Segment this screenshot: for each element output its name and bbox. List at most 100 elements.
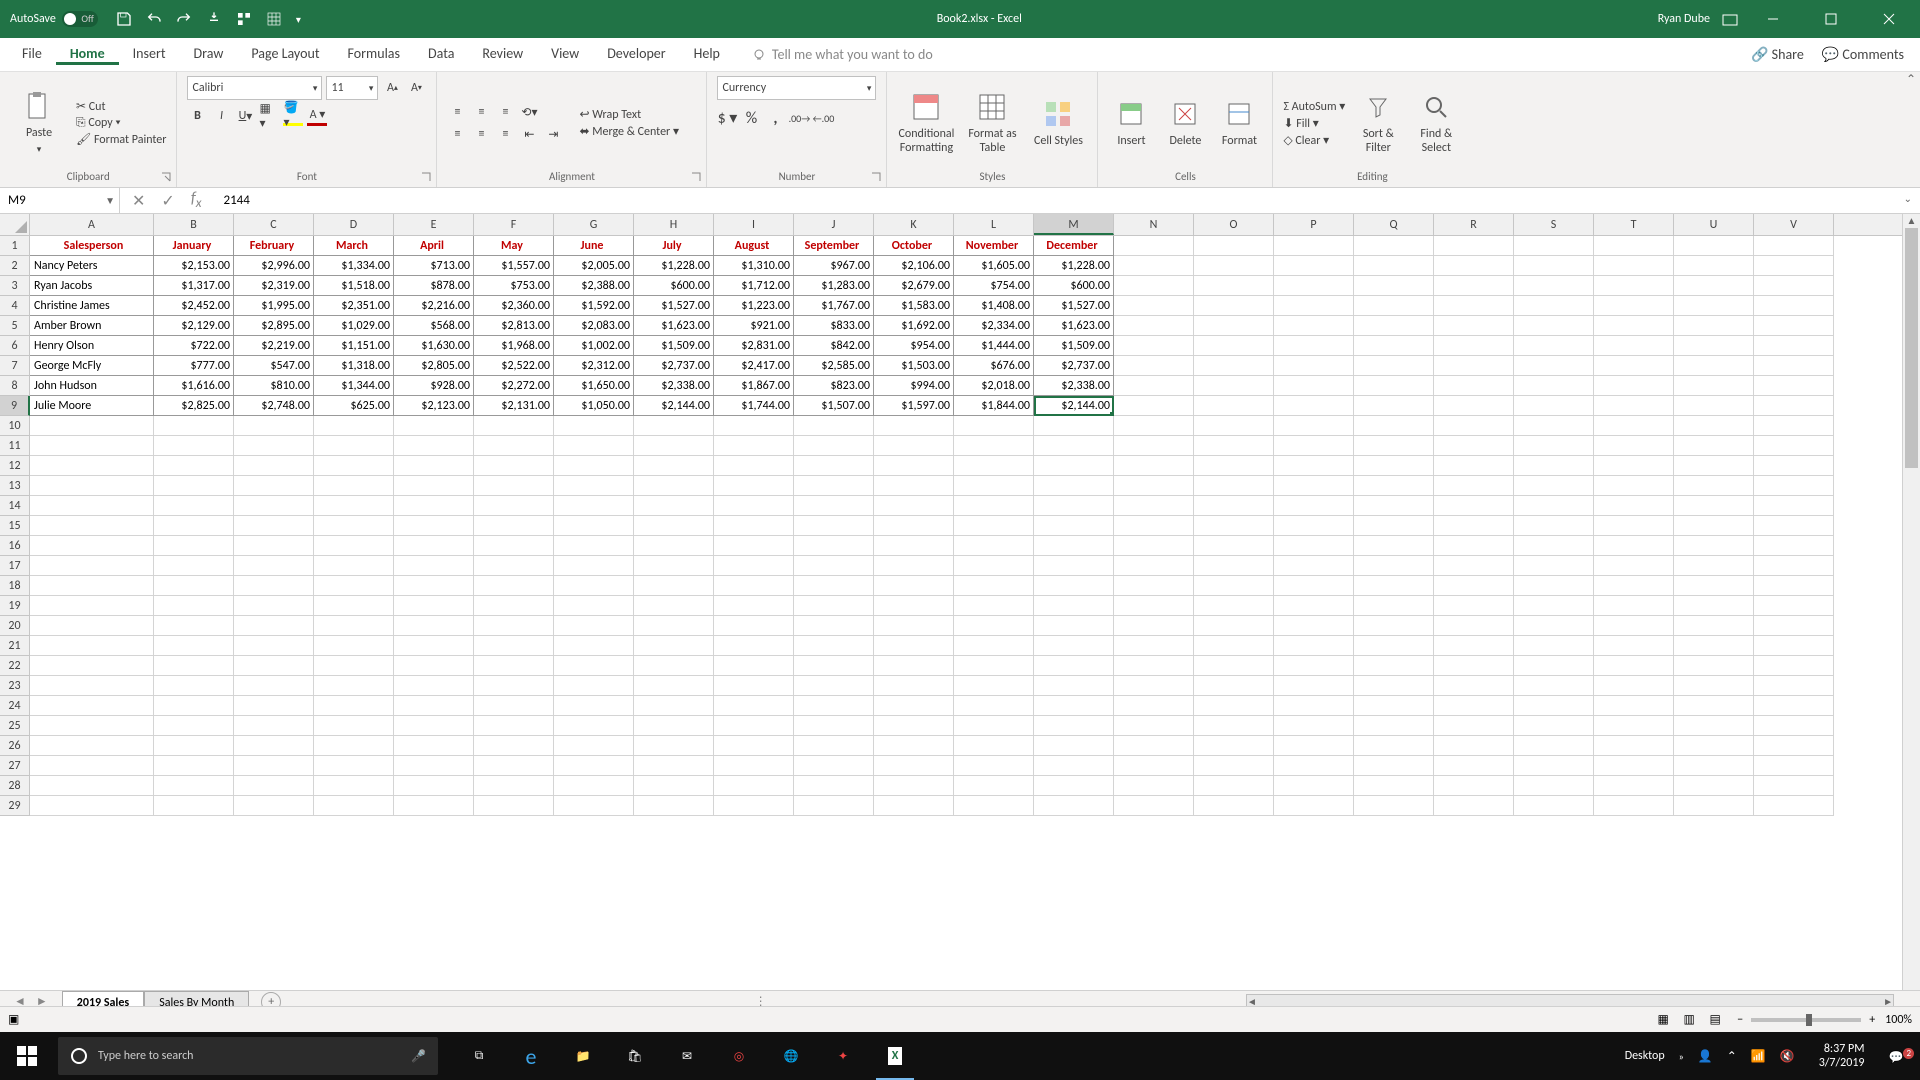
cell[interactable] xyxy=(1114,436,1194,456)
cell[interactable]: $1,616.00 xyxy=(154,376,234,396)
cell[interactable] xyxy=(234,476,314,496)
cell[interactable] xyxy=(1754,316,1834,336)
cell[interactable] xyxy=(1674,256,1754,276)
cell[interactable] xyxy=(634,656,714,676)
cell[interactable] xyxy=(314,416,394,436)
row-header[interactable]: 9 xyxy=(0,396,30,416)
cell[interactable] xyxy=(154,596,234,616)
column-header[interactable]: H xyxy=(634,214,714,235)
cell[interactable] xyxy=(314,456,394,476)
comma-format-icon[interactable]: , xyxy=(765,108,785,128)
close-button[interactable] xyxy=(1866,0,1912,38)
clipboard-dialog-icon[interactable] xyxy=(160,171,172,183)
cell[interactable] xyxy=(954,756,1034,776)
cell[interactable] xyxy=(154,636,234,656)
cell[interactable] xyxy=(1034,556,1114,576)
cell[interactable] xyxy=(30,676,154,696)
cell[interactable] xyxy=(474,496,554,516)
cell[interactable] xyxy=(1594,496,1674,516)
column-header[interactable]: T xyxy=(1594,214,1674,235)
cell[interactable] xyxy=(1674,396,1754,416)
cell[interactable] xyxy=(1034,416,1114,436)
percent-format-icon[interactable]: % xyxy=(741,108,761,128)
zoom-slider[interactable] xyxy=(1751,1018,1861,1022)
cell[interactable] xyxy=(1514,796,1594,816)
cell[interactable] xyxy=(1034,756,1114,776)
cell[interactable] xyxy=(474,676,554,696)
row-header[interactable]: 6 xyxy=(0,336,30,356)
cell[interactable] xyxy=(714,656,794,676)
cell[interactable]: $713.00 xyxy=(394,256,474,276)
decrease-decimal-icon[interactable]: ←.00 xyxy=(813,108,833,128)
cell[interactable] xyxy=(1354,756,1434,776)
tab-data[interactable]: Data xyxy=(414,45,468,62)
cell[interactable] xyxy=(1594,696,1674,716)
cell[interactable] xyxy=(394,736,474,756)
cell[interactable] xyxy=(474,416,554,436)
cell[interactable]: $2,153.00 xyxy=(154,256,234,276)
cell[interactable] xyxy=(1674,696,1754,716)
cell[interactable] xyxy=(1514,456,1594,476)
cell[interactable] xyxy=(1114,776,1194,796)
cell[interactable]: $2,123.00 xyxy=(394,396,474,416)
border-button[interactable]: ▦ ▾ xyxy=(259,106,279,126)
cell[interactable] xyxy=(554,576,634,596)
cell[interactable] xyxy=(1754,516,1834,536)
cell[interactable] xyxy=(1754,356,1834,376)
touch-mode-icon[interactable] xyxy=(206,11,222,27)
cell[interactable] xyxy=(1274,736,1354,756)
column-header[interactable]: L xyxy=(954,214,1034,235)
cell[interactable] xyxy=(1114,716,1194,736)
cell[interactable]: $994.00 xyxy=(874,376,954,396)
cell[interactable] xyxy=(874,676,954,696)
cell[interactable] xyxy=(1674,356,1754,376)
cell[interactable] xyxy=(1274,256,1354,276)
cell[interactable]: $2,106.00 xyxy=(874,256,954,276)
cell[interactable] xyxy=(794,776,874,796)
cell[interactable] xyxy=(314,536,394,556)
cell[interactable]: Nancy Peters xyxy=(30,256,154,276)
cell[interactable]: $1,630.00 xyxy=(394,336,474,356)
cell[interactable] xyxy=(1194,496,1274,516)
cell-styles-button[interactable]: Cell Styles xyxy=(1029,98,1087,148)
cell[interactable] xyxy=(1274,756,1354,776)
cell[interactable] xyxy=(634,476,714,496)
cell[interactable] xyxy=(394,616,474,636)
cell[interactable] xyxy=(634,676,714,696)
cell[interactable] xyxy=(314,676,394,696)
tray-up-icon[interactable]: ⌃ xyxy=(1727,1049,1737,1064)
start-button[interactable] xyxy=(0,1032,54,1080)
row-header[interactable]: 4 xyxy=(0,296,30,316)
cell[interactable] xyxy=(314,796,394,816)
cell[interactable]: June xyxy=(554,236,634,256)
cell[interactable] xyxy=(1194,716,1274,736)
cell[interactable]: $2,737.00 xyxy=(1034,356,1114,376)
cell[interactable] xyxy=(30,576,154,596)
cell[interactable] xyxy=(154,496,234,516)
row-header[interactable]: 20 xyxy=(0,616,30,636)
cell[interactable] xyxy=(634,596,714,616)
cell[interactable] xyxy=(1114,316,1194,336)
cell[interactable] xyxy=(794,736,874,756)
cell[interactable]: $600.00 xyxy=(1034,276,1114,296)
column-header[interactable]: J xyxy=(794,214,874,235)
tab-review[interactable]: Review xyxy=(468,45,537,62)
column-header[interactable]: E xyxy=(394,214,474,235)
chevron-down-icon[interactable]: ▼ xyxy=(105,194,119,207)
cell[interactable]: $2,338.00 xyxy=(1034,376,1114,396)
cell[interactable] xyxy=(1114,356,1194,376)
cell[interactable] xyxy=(554,436,634,456)
redo-icon[interactable] xyxy=(176,11,192,27)
merge-center-button[interactable]: ⬌ Merge & Center ▾ xyxy=(579,124,679,139)
cell[interactable] xyxy=(1434,776,1514,796)
file-explorer-icon[interactable]: 📁 xyxy=(560,1032,606,1080)
cell[interactable]: $1,050.00 xyxy=(554,396,634,416)
cell[interactable]: July xyxy=(634,236,714,256)
cell[interactable] xyxy=(1194,376,1274,396)
cell[interactable] xyxy=(474,796,554,816)
cell[interactable] xyxy=(1194,736,1274,756)
cell[interactable]: $2,679.00 xyxy=(874,276,954,296)
cell[interactable] xyxy=(1674,756,1754,776)
cell[interactable]: $1,557.00 xyxy=(474,256,554,276)
cell[interactable]: $547.00 xyxy=(234,356,314,376)
